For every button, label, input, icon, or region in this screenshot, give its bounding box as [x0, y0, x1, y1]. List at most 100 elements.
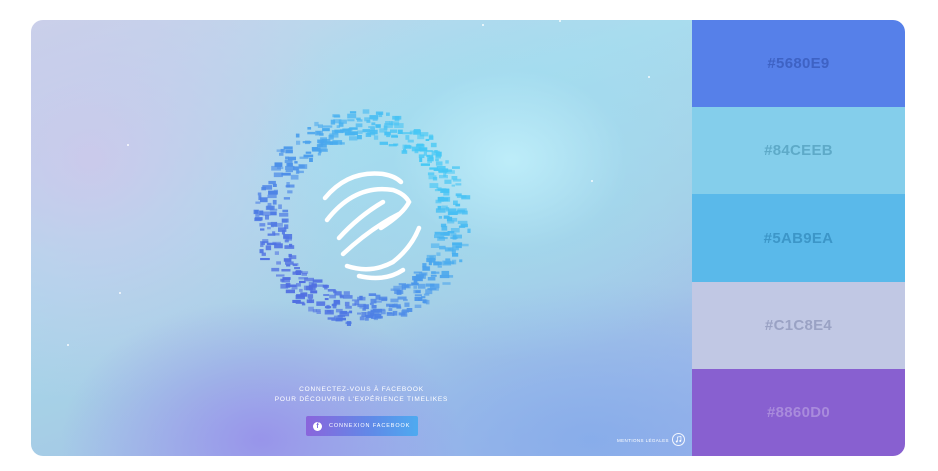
ring-particle [346, 321, 351, 326]
ring-particle [293, 264, 298, 267]
ring-particle [444, 179, 452, 184]
ring-particle [413, 129, 421, 135]
color-swatch-5: #8860D0 [692, 368, 905, 456]
facebook-login-button[interactable]: f CONNEXION FACEBOOK [306, 416, 418, 436]
ring-particle [378, 296, 388, 301]
ring-particle [430, 142, 437, 148]
ring-particle [262, 211, 271, 216]
ring-particle [416, 143, 424, 147]
ring-particle [316, 311, 321, 314]
ring-particle [323, 294, 330, 296]
ring-particle [260, 197, 268, 203]
ring-particle [283, 235, 290, 240]
ring-particle [276, 274, 285, 277]
ring-particle [386, 312, 393, 315]
ring-particle [289, 243, 293, 248]
ring-particle [262, 239, 269, 243]
ring-particle [435, 161, 443, 166]
ring-particle [438, 216, 442, 219]
ring-particle [305, 151, 312, 154]
ring-particle [460, 223, 468, 228]
ring-particle [413, 285, 418, 289]
music-toggle-button[interactable] [672, 433, 685, 446]
ring-particle [311, 147, 318, 151]
ring-particle [364, 117, 370, 122]
ring-particle [420, 147, 426, 150]
ring-particle [427, 172, 435, 176]
ring-particle [378, 112, 383, 118]
ring-particle [267, 194, 277, 199]
ring-particle [386, 135, 391, 138]
ring-particle [435, 158, 439, 162]
ring-particle [292, 299, 301, 303]
ring-particle [315, 309, 321, 312]
ring-particle [359, 316, 365, 321]
ring-particle [451, 259, 457, 265]
ring-particle [336, 125, 341, 128]
swatch-hex-label: #5680E9 [767, 55, 830, 73]
color-palette: #5680E9 #84CEEB #5AB9EA #C1C8E4 #8860D0 [692, 20, 905, 456]
ring-particle [260, 258, 270, 261]
ring-particle [324, 306, 332, 309]
ring-particle [307, 127, 312, 130]
ring-particle [418, 154, 425, 158]
ring-particle [430, 274, 437, 277]
ring-particle [402, 132, 412, 135]
ring-particle [274, 222, 283, 227]
ring-particle [394, 123, 404, 128]
ring-particle [284, 239, 289, 243]
ring-particle [380, 309, 386, 315]
ring-particle [373, 135, 379, 140]
ring-particle [287, 190, 293, 194]
ring-particle [458, 243, 469, 247]
ring-particle [355, 123, 363, 128]
ring-particle [369, 115, 379, 120]
legal-notice-link[interactable]: MENTIONS LÉGALES [617, 438, 669, 443]
ring-particle [442, 282, 451, 285]
ring-particle [310, 290, 318, 294]
ring-particle [298, 164, 308, 169]
ring-particle [334, 130, 344, 134]
ring-particle [276, 149, 284, 152]
ring-particle [312, 279, 323, 283]
music-note-icon [675, 436, 682, 443]
ring-particle [451, 184, 455, 187]
ring-particle [423, 293, 430, 296]
ring-particle [403, 148, 406, 152]
ring-particle [271, 267, 280, 272]
facebook-icon: f [313, 421, 322, 431]
ring-particle [344, 301, 350, 306]
ring-particle [295, 295, 305, 300]
ring-particle [428, 135, 434, 140]
ring-particle [398, 130, 402, 134]
color-swatch-1: #5680E9 [692, 20, 905, 108]
ring-particle [420, 163, 430, 166]
ring-particle [419, 157, 423, 162]
ring-particle [414, 304, 422, 308]
ring-particle [323, 139, 327, 142]
ring-particle [427, 258, 436, 262]
ring-particle [394, 290, 404, 294]
ring-particle [357, 312, 361, 315]
ring-particle [425, 138, 430, 141]
ring-particle [295, 133, 300, 138]
particle-ring [253, 109, 471, 326]
ring-particle [392, 115, 402, 120]
ring-particle [370, 127, 375, 132]
ring-particle [285, 149, 293, 154]
color-swatch-2: #84CEEB [692, 107, 905, 195]
ring-particle [327, 310, 332, 313]
ring-particle [369, 302, 374, 306]
ring-particle [405, 135, 410, 140]
ring-particle [421, 296, 426, 299]
ring-particle [423, 299, 428, 304]
ring-particle [379, 141, 388, 145]
ring-particle [436, 252, 441, 256]
ring-particle [439, 245, 446, 250]
ring-particle [439, 274, 450, 279]
star-decoration [67, 344, 69, 346]
ring-particle [253, 209, 259, 215]
ring-particle [435, 262, 443, 265]
ring-particle [333, 299, 340, 304]
ring-particle [362, 109, 370, 114]
